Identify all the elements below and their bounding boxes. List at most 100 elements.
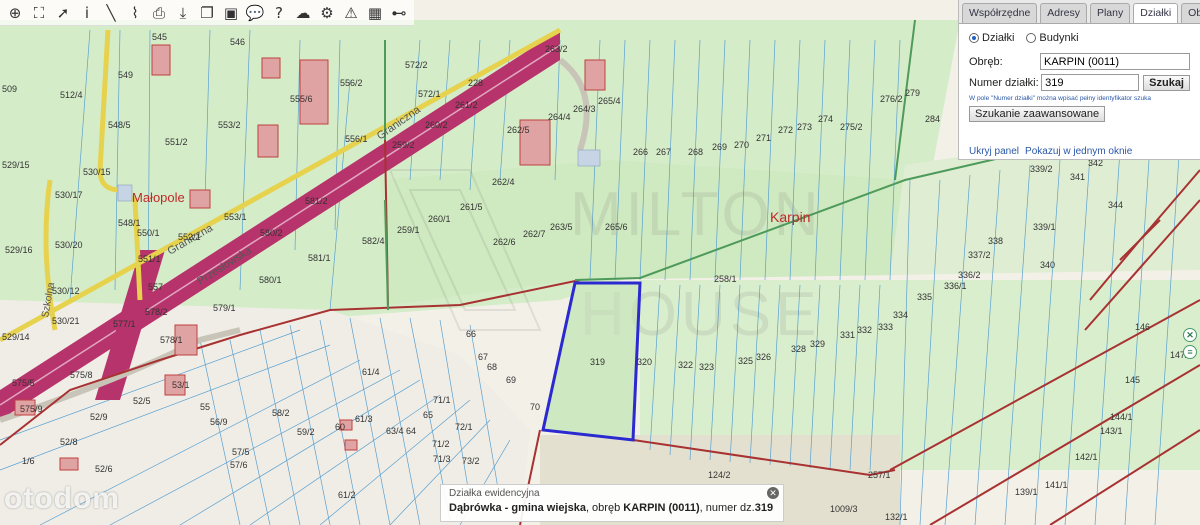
parcel-number-label: 52/5 bbox=[133, 396, 151, 406]
numer-label: Numer działki: bbox=[969, 76, 1039, 89]
zoom-in-icon[interactable]: ⊕ bbox=[4, 2, 26, 24]
parcel-number-label: 579/1 bbox=[213, 303, 236, 313]
parcel-number-label: 572/2 bbox=[405, 60, 428, 70]
tab-adresy[interactable]: Adresy bbox=[1040, 3, 1087, 23]
parcel-number-label: 529/14 bbox=[2, 332, 30, 342]
parcel-number-label: 265/4 bbox=[598, 96, 621, 106]
parcel-number-label: 284 bbox=[925, 114, 940, 124]
zoom-extent-icon[interactable]: ⛶ bbox=[28, 2, 50, 24]
close-icon[interactable]: ✕ bbox=[1183, 328, 1197, 342]
download-icon[interactable]: ⤓ bbox=[172, 2, 194, 24]
layers-toggle-icon[interactable]: ≡ bbox=[1183, 345, 1197, 359]
parcel-number-label: 530/21 bbox=[52, 316, 80, 326]
parcel-number-label: 328 bbox=[791, 344, 806, 354]
info-obreb: KARPIN (0011) bbox=[623, 502, 700, 514]
radio-budynki-label: Budynki bbox=[1039, 32, 1079, 44]
parcel-number-label: 69 bbox=[506, 375, 516, 385]
search-panel: Współrzędne Adresy Plany Działki Obi Dzi… bbox=[958, 0, 1200, 160]
radio-budynki[interactable]: Budynki bbox=[1026, 32, 1079, 44]
parcel-number-label: 323 bbox=[699, 362, 714, 372]
parcel-number-label: 258/1 bbox=[714, 274, 737, 284]
parcel-number-label: 329 bbox=[810, 339, 825, 349]
parcel-number-label: 1009/3 bbox=[830, 504, 858, 514]
parcel-number-label: 529/16 bbox=[5, 245, 33, 255]
hide-panel-link[interactable]: Ukryj panel bbox=[969, 146, 1019, 157]
parcel-number-label: 71/1 bbox=[433, 395, 451, 405]
search-hint: W pole "Numer działki" można wpisać pełn… bbox=[969, 95, 1151, 102]
parcel-number-label: 275/2 bbox=[840, 122, 863, 132]
radio-dzialki-dot[interactable] bbox=[969, 33, 979, 43]
help-icon[interactable]: ? bbox=[268, 2, 290, 24]
map-window-icon[interactable]: ▣ bbox=[220, 2, 242, 24]
info-title: Działka ewidencyjna bbox=[449, 488, 540, 499]
info-text: Dąbrówka - gmina wiejska, obręb KARPIN (… bbox=[449, 502, 775, 514]
parcel-number-label: 267 bbox=[656, 147, 671, 157]
parcel-number-label: 259/1 bbox=[397, 225, 420, 235]
parcel-number-label: 57/6 bbox=[230, 460, 248, 470]
parcel-number-label: 319 bbox=[590, 357, 605, 367]
obreb-input[interactable] bbox=[1040, 53, 1190, 70]
parcel-number-label: 263/5 bbox=[550, 222, 573, 232]
share-icon[interactable]: ⊷ bbox=[388, 2, 410, 24]
parcel-number-label: 71/3 bbox=[433, 454, 451, 464]
parcel-number-label: 271 bbox=[756, 133, 771, 143]
parcel-number-label: 336/1 bbox=[944, 281, 967, 291]
pointer-icon[interactable]: ➚ bbox=[52, 2, 74, 24]
tab-plany[interactable]: Plany bbox=[1089, 3, 1131, 23]
tab-dzialki[interactable]: Działki bbox=[1133, 3, 1179, 23]
settings-icon[interactable]: ⚙ bbox=[316, 2, 338, 24]
info-numer: 319 bbox=[754, 502, 774, 514]
parcel-number-label: 260/1 bbox=[428, 214, 451, 224]
parcel-number-label: 67 bbox=[478, 352, 488, 362]
parcel-number-label: 262/7 bbox=[523, 229, 546, 239]
parcel-number-label: 530/15 bbox=[83, 167, 111, 177]
parcel-number-label: 262/6 bbox=[493, 237, 516, 247]
warning-icon[interactable]: ⚠ bbox=[340, 2, 362, 24]
close-popup-icon[interactable]: ✕ bbox=[767, 487, 779, 499]
tab-wspolrzedne[interactable]: Współrzędne bbox=[962, 3, 1038, 23]
color-grid-icon[interactable]: ▦ bbox=[364, 2, 386, 24]
show-one-window-link[interactable]: Pokazuj w jednym oknie bbox=[1025, 146, 1132, 157]
parcel-number-label: 580/1 bbox=[259, 275, 282, 285]
parcel-number-label: 139/1 bbox=[1015, 487, 1038, 497]
search-type-radios: Działki Budynki bbox=[969, 32, 1190, 44]
parcel-number-label: 340 bbox=[1040, 260, 1055, 270]
parcel-number-label: 582/4 bbox=[362, 236, 385, 246]
print-icon[interactable]: ⎙ bbox=[148, 2, 170, 24]
parcel-number-label: 261/2 bbox=[455, 100, 478, 110]
radio-budynki-dot[interactable] bbox=[1026, 33, 1037, 43]
parcel-number-label: 61/2 bbox=[338, 490, 356, 500]
parcel-number-label: 572/1 bbox=[418, 89, 441, 99]
parcel-number-label: 266 bbox=[633, 147, 648, 157]
parcel-number-label: 63/4 bbox=[386, 426, 404, 436]
parcel-number-label: 264/4 bbox=[548, 112, 571, 122]
parcel-number-label: 336/2 bbox=[958, 270, 981, 280]
comment-icon[interactable]: 💬 bbox=[244, 2, 266, 24]
parcel-number-label: 548/1 bbox=[118, 218, 141, 228]
measure-area-icon[interactable]: ⌇ bbox=[124, 2, 146, 24]
parcel-number-label: 575/8 bbox=[70, 370, 93, 380]
search-button[interactable]: Szukaj bbox=[1143, 74, 1190, 91]
parcel-number-label: 325 bbox=[738, 356, 753, 366]
parcel-number-label: 512/4 bbox=[60, 90, 83, 100]
parcel-number-label: 322 bbox=[678, 360, 693, 370]
map-side-controls: ✕ ≡ bbox=[1183, 328, 1197, 359]
numer-input[interactable] bbox=[1041, 74, 1140, 91]
parcel-number-label: 341 bbox=[1070, 172, 1085, 182]
layers-icon[interactable]: ❐ bbox=[196, 2, 218, 24]
cloud-icon[interactable]: ☁ bbox=[292, 2, 314, 24]
radio-dzialki[interactable]: Działki bbox=[969, 32, 1014, 44]
radio-dzialki-label: Działki bbox=[982, 32, 1015, 44]
parcel-number-label: 61/4 bbox=[362, 367, 380, 377]
tab-obiekty[interactable]: Obi bbox=[1181, 3, 1200, 23]
parcel-number-label: 61/3 bbox=[355, 414, 373, 424]
info-icon[interactable]: i bbox=[76, 2, 98, 24]
parcel-number-label: 545 bbox=[152, 32, 167, 42]
parcel-number-label: 64 bbox=[406, 426, 416, 436]
parcel-number-label: 262/4 bbox=[492, 177, 515, 187]
parcel-number-label: 132/1 bbox=[885, 512, 908, 522]
advanced-search-button[interactable]: Szukanie zaawansowane bbox=[969, 106, 1106, 122]
parcel-number-label: 546 bbox=[230, 37, 245, 47]
parcel-number-label: 52/8 bbox=[60, 437, 78, 447]
measure-line-icon[interactable]: ╲ bbox=[100, 2, 122, 24]
